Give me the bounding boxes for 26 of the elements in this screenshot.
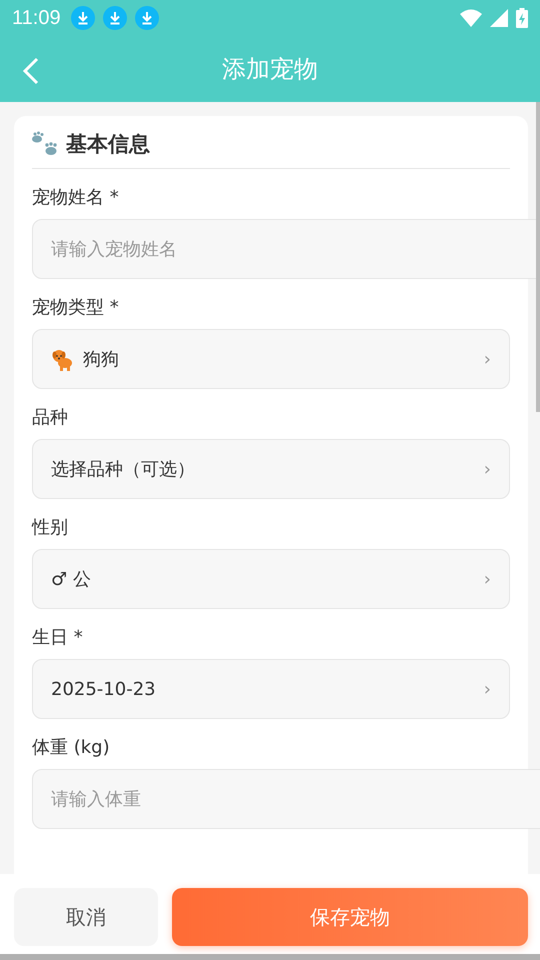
download-icon (70, 6, 95, 30)
cancel-button[interactable]: 取消 (14, 888, 158, 946)
dog-icon (51, 347, 75, 371)
select-field[interactable]: 选择品种（可选） › (32, 439, 510, 499)
chevron-icon: › (484, 348, 491, 370)
download-icon (134, 6, 159, 30)
field-label: 宠物姓名 * (32, 186, 120, 209)
page-title: 添加宠物 (222, 54, 318, 85)
chevron-icon: › (484, 678, 491, 700)
select-field[interactable]: 狗狗 › (32, 329, 510, 389)
section-title: 基本信息 (66, 131, 150, 158)
select-field[interactable]: ♂ 公 › (32, 549, 510, 609)
select-field[interactable]: 2025-10-23 › (32, 659, 510, 719)
status-time: 11:09 (12, 6, 61, 30)
field-label: 生日 * (32, 626, 84, 649)
wifi-icon (460, 9, 482, 27)
field-label: 品种 (32, 406, 69, 429)
field-label: 体重 (kg) (32, 736, 111, 759)
input-field[interactable]: 请输入体重 (32, 769, 540, 829)
download-icon (102, 6, 127, 30)
chevron-icon: › (484, 458, 491, 480)
battery-icon (516, 8, 528, 28)
field-label: 宠物类型 * (32, 296, 120, 319)
signal-icon (490, 9, 508, 27)
field-label: 性别 (32, 516, 69, 539)
chevron-icon: › (484, 568, 491, 590)
